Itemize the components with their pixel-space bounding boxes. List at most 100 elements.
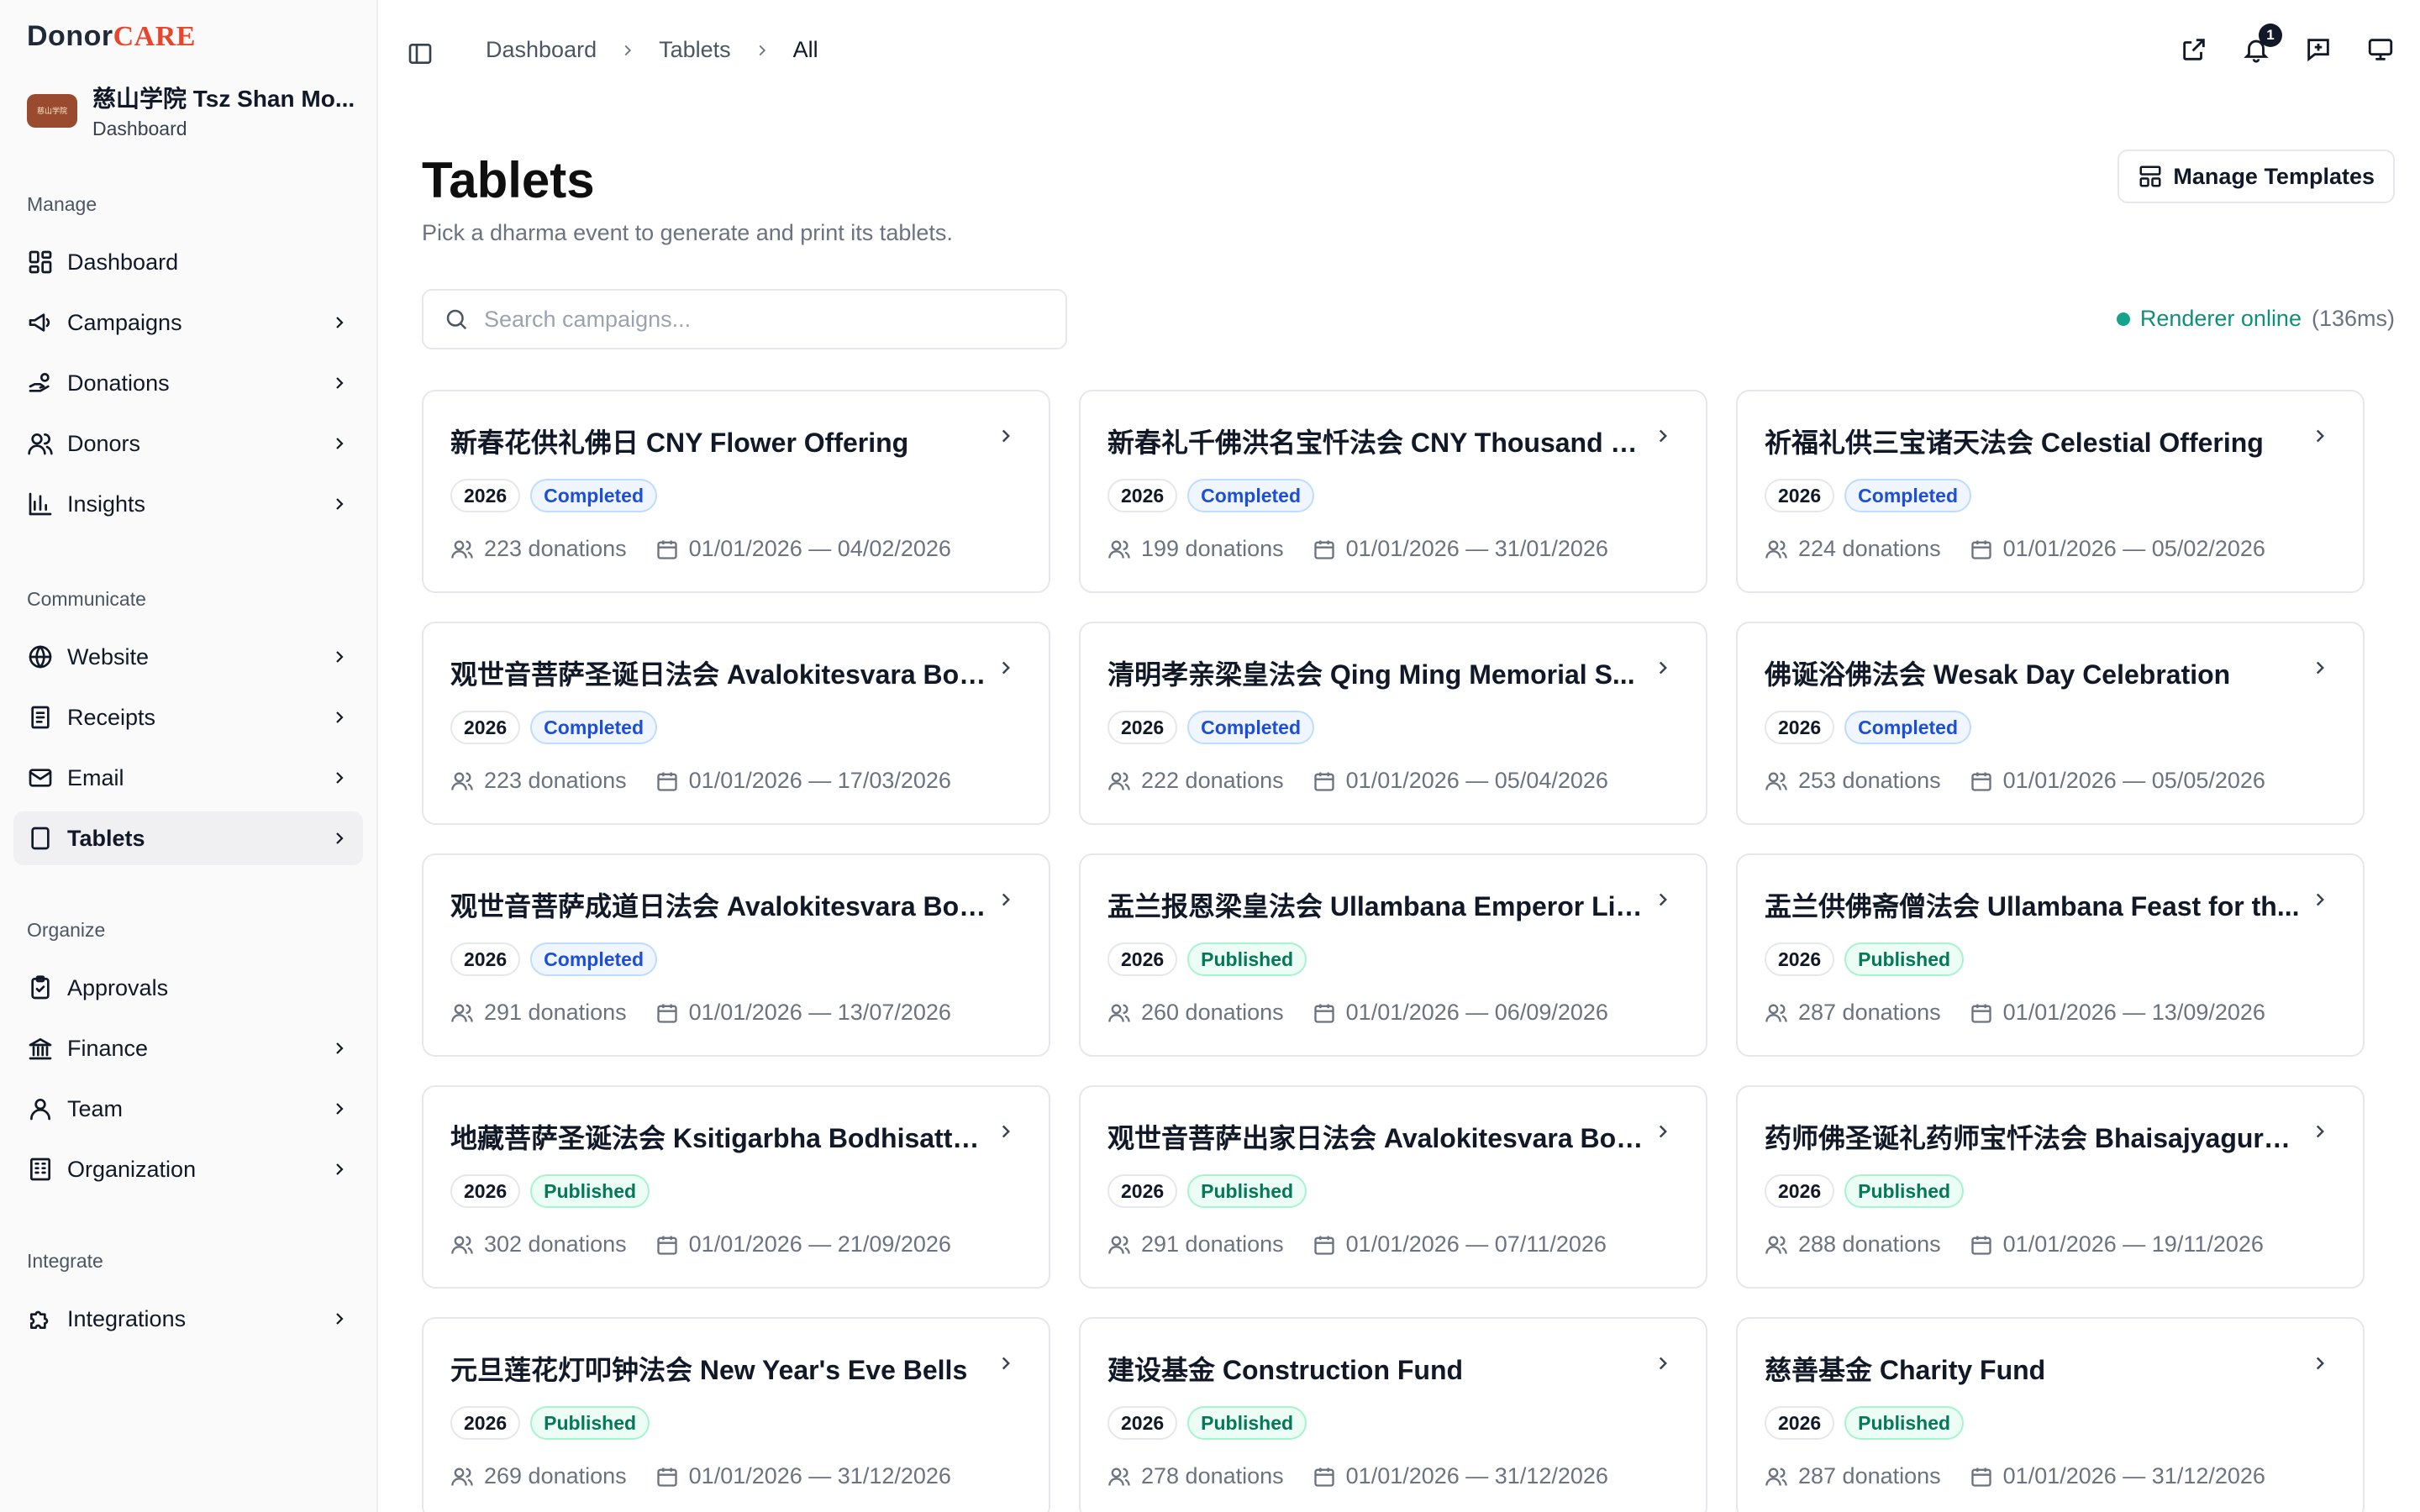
campaign-meta: 199 donations 01/01/2026 — 31/01/2026 [1107, 536, 1608, 562]
main-content: Dashboard Tablets All 1 Tablets Pick a d… [378, 0, 2420, 1512]
nav-icon-wrap [27, 825, 54, 852]
campaign-title: 慈善基金 Charity Fund [1765, 1355, 2046, 1385]
campaign-title: 佛诞浴佛法会 Wesak Day Celebration [1765, 659, 2231, 690]
calendar-icon [1970, 540, 1991, 559]
status-badge: Completed [1187, 711, 1315, 744]
nav-heading: Communicate [27, 588, 146, 610]
org-subtitle: Dashboard [92, 118, 187, 139]
campaign-card[interactable]: 清明孝亲梁皇法会 Qing Ming Memorial S... 2026 Comp… [1079, 622, 1707, 825]
sidebar-item-donations[interactable]: Donations [13, 356, 363, 410]
chevron-right-icon [336, 832, 344, 844]
campaign-card[interactable]: 元旦莲花灯叩钟法会 New Year's Eve Bells 2026 Publis… [422, 1317, 1050, 1512]
campaign-meta: 223 donations 01/01/2026 — 04/02/2026 [450, 536, 951, 562]
campaign-title: 新春礼千佛洪名宝忏法会 CNY Thousand B... [1107, 428, 1645, 458]
donation-count: 199 donations [1141, 536, 1284, 561]
calendar-icon [1970, 772, 1991, 791]
campaign-title: 元旦莲花灯叩钟法会 New Year's Eve Bells [450, 1355, 968, 1385]
search-input[interactable] [484, 306, 1039, 333]
sidebar-item-label: Receipts [67, 704, 156, 730]
date-range-text: 01/01/2026 — 05/05/2026 [2002, 768, 2265, 793]
status-badge: Published [1844, 1174, 1965, 1208]
campaign-tags: 2026 Completed [1765, 479, 1972, 512]
nav-heading: Manage [27, 193, 97, 215]
sidebar-item-team[interactable]: Team [13, 1082, 363, 1136]
sidebar-toggle-icon[interactable] [407, 40, 434, 67]
chevron-right-icon [336, 317, 344, 328]
date-range: 01/01/2026 — 07/11/2026 [1313, 1231, 1607, 1257]
date-range: 01/01/2026 — 31/12/2026 [1970, 1463, 2265, 1489]
campaign-card[interactable]: 新春花供礼佛日 CNY Flower Offering 2026 Completed… [422, 390, 1050, 593]
status-badge: Published [1844, 942, 1965, 976]
sidebar-item-finance[interactable]: Finance [13, 1021, 363, 1075]
campaign-card[interactable]: 新春礼千佛洪名宝忏法会 CNY Thousand B... 2026 Complet… [1079, 390, 1707, 593]
campaign-card[interactable]: 地藏菩萨圣诞法会 Ksitigarbha Bodhisattva... 2026 P… [422, 1085, 1050, 1289]
breadcrumb-tablets[interactable]: Tablets [659, 37, 731, 63]
nav-icon-wrap [27, 309, 54, 336]
notifications-button[interactable]: 1 [2242, 24, 2282, 64]
manage-templates-button[interactable]: Manage Templates [2118, 150, 2395, 203]
sidebar-item-receipts[interactable]: Receipts [13, 690, 363, 744]
sidebar-item-tablets[interactable]: Tablets [13, 811, 363, 865]
chevron-right-icon [624, 45, 632, 55]
date-range-text: 01/01/2026 — 07/11/2026 [1345, 1231, 1607, 1257]
campaign-card[interactable]: 药师佛圣诞礼药师宝忏法会 Bhaisajyaguru ... 2026 Publis… [1736, 1085, 2365, 1289]
campaign-card[interactable]: 观世音菩萨成道日法会 Avalokitesvara Boh... 2026 Comp… [422, 853, 1050, 1057]
breadcrumb-dashboard[interactable]: Dashboard [486, 37, 597, 63]
year-badge: 2026 [1107, 1406, 1178, 1440]
sidebar-item-label: Donations [67, 370, 170, 396]
brand-logo[interactable]: DonorCARE [27, 20, 196, 53]
nav-icon-wrap [27, 430, 54, 457]
campaign-tags: 2026 Published [450, 1174, 650, 1208]
dashboard-icon [29, 250, 52, 274]
sidebar-item-email[interactable]: Email [13, 751, 363, 805]
chevron-right-icon [1002, 429, 1010, 443]
sidebar-item-label: Tablets [67, 825, 145, 851]
calendar-icon [1313, 1004, 1334, 1023]
chevron-right-icon [336, 498, 344, 510]
sidebar-item-organization[interactable]: Organization [13, 1142, 363, 1196]
nav-icon-wrap [27, 1035, 54, 1062]
donation-count: 278 donations [1141, 1463, 1284, 1488]
calendar-icon [1313, 1467, 1334, 1487]
campaign-meta: 269 donations 01/01/2026 — 31/12/2026 [450, 1463, 951, 1489]
sidebar-item-insights[interactable]: Insights [13, 477, 363, 531]
sidebar-item-approvals[interactable]: Approvals [13, 961, 363, 1015]
date-range: 01/01/2026 — 05/05/2026 [1970, 768, 2265, 794]
feedback-icon[interactable] [2304, 35, 2333, 64]
breadcrumb: Dashboard Tablets All [486, 37, 818, 63]
org-switcher[interactable]: 慈山学院 慈山学院 Tsz Shan Mo... Dashboard [27, 81, 355, 140]
sidebar-item-label: Donors [67, 430, 141, 456]
campaign-card[interactable]: 观世音菩萨圣诞日法会 Avalokitesvara Bod... 2026 Comp… [422, 622, 1050, 825]
chevron-right-icon [336, 377, 344, 389]
sidebar-item-campaigns[interactable]: Campaigns [13, 296, 363, 349]
sidebar-item-dashboard[interactable]: Dashboard [13, 235, 363, 289]
donation-count: 287 donations [1798, 1463, 1941, 1488]
users-icon [451, 540, 473, 559]
date-range: 01/01/2026 — 13/09/2026 [1970, 1000, 2265, 1026]
campaign-card[interactable]: 建设基金 Construction Fund 2026 Published 278 d… [1079, 1317, 1707, 1512]
search-box [422, 289, 1067, 349]
campaign-card[interactable]: 观世音菩萨出家日法会 Avalokitesvara Bod... 2026 Publ… [1079, 1085, 1707, 1289]
chevron-right-icon [1002, 1357, 1010, 1370]
campaign-tags: 2026 Completed [1765, 711, 1972, 744]
monitor-icon[interactable] [2366, 35, 2395, 64]
chevron-right-icon [2316, 893, 2324, 906]
sidebar-item-label: Website [67, 643, 150, 669]
nav-icon-wrap [27, 643, 54, 670]
sidebar-item-donors[interactable]: Donors [13, 417, 363, 470]
external-link-icon[interactable] [2180, 35, 2208, 64]
sidebar-item-website[interactable]: Website [13, 630, 363, 684]
calendar-icon [656, 772, 677, 791]
sidebar-item-integrations[interactable]: Integrations [13, 1292, 363, 1346]
year-badge: 2026 [1107, 711, 1178, 744]
donation-count: 224 donations [1798, 536, 1941, 561]
campaign-card[interactable]: 祈福礼供三宝诸天法会 Celestial Offering 2026 Complet… [1736, 390, 2365, 593]
campaign-card[interactable]: 佛诞浴佛法会 Wesak Day Celebration 2026 Complete… [1736, 622, 2365, 825]
breadcrumb-current: All [792, 37, 818, 62]
campaign-card[interactable]: 慈善基金 Charity Fund 2026 Published 287 donati… [1736, 1317, 2365, 1512]
status-badge: Completed [530, 711, 658, 744]
chevron-right-icon [336, 1042, 344, 1054]
campaign-card[interactable]: 盂兰报恩梁皇法会 Ullambana Emperor Lia... 2026 Pub… [1079, 853, 1707, 1057]
year-badge: 2026 [450, 1406, 521, 1440]
campaign-card[interactable]: 盂兰供佛斋僧法会 Ullambana Feast for th... 2026 Pu… [1736, 853, 2365, 1057]
